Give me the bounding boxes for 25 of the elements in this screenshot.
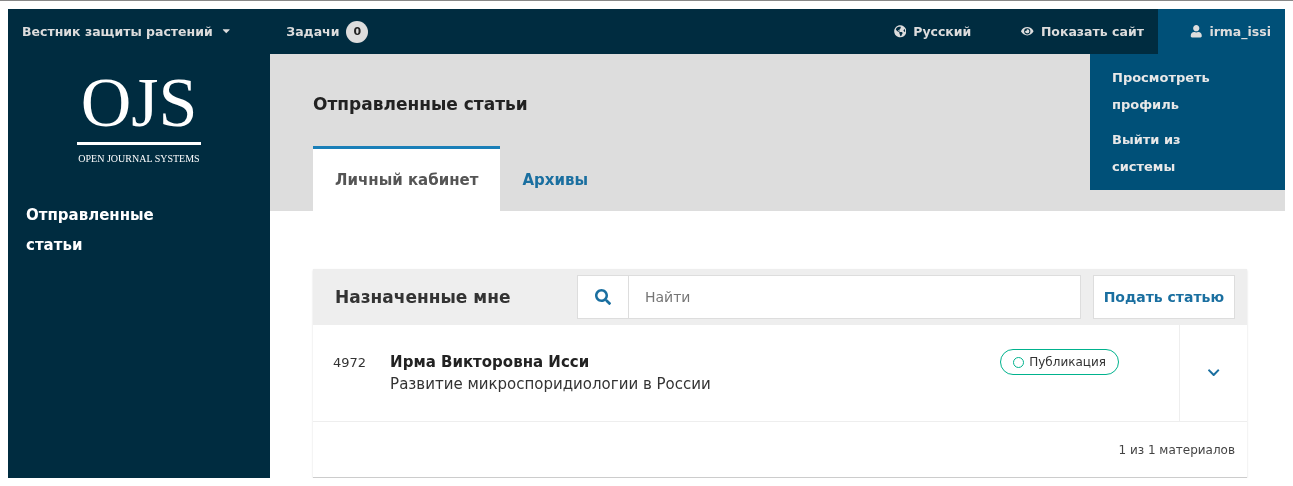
author-name: Ирма Викторовна Исси — [390, 353, 591, 371]
view-site-link[interactable]: Показать сайт — [1007, 9, 1158, 54]
tasks-count: 0 — [346, 20, 369, 43]
menu-item[interactable]: Просмотреть профиль — [1090, 60, 1242, 122]
tasks-link[interactable]: Задачи 0 — [246, 9, 383, 54]
item-count: 1 из 1 материалов — [1118, 442, 1235, 457]
search-button[interactable] — [577, 275, 629, 319]
panel-title: Назначенные мне — [335, 287, 512, 307]
submission-id: 4972 — [333, 354, 367, 370]
menu-item[interactable]: Выйти из системы — [1090, 122, 1242, 184]
language-menu[interactable]: Русский — [879, 9, 1008, 54]
journal-menu[interactable]: Вестник защиты растений — [8, 9, 247, 54]
tab[interactable]: Личный кабинет — [313, 146, 501, 211]
search-icon — [595, 289, 611, 305]
tab[interactable]: Архивы — [500, 146, 611, 211]
submit-button[interactable]: Подать статью — [1092, 275, 1235, 319]
user-icon — [1189, 25, 1203, 38]
page-title: Отправленные статьи — [313, 93, 528, 116]
ojs-logo: OJS OPEN JOURNAL SYSTEMS — [75, 63, 203, 166]
eye-icon — [1021, 25, 1034, 38]
submission-title: Развитие микроспоридиологии в России — [390, 375, 712, 393]
sidebar-item[interactable]: Отправленные статьи — [8, 200, 214, 260]
search-field[interactable]: Найти — [629, 275, 1081, 319]
globe-icon — [893, 25, 907, 38]
user-menu[interactable]: irma_issi — [1157, 9, 1285, 54]
